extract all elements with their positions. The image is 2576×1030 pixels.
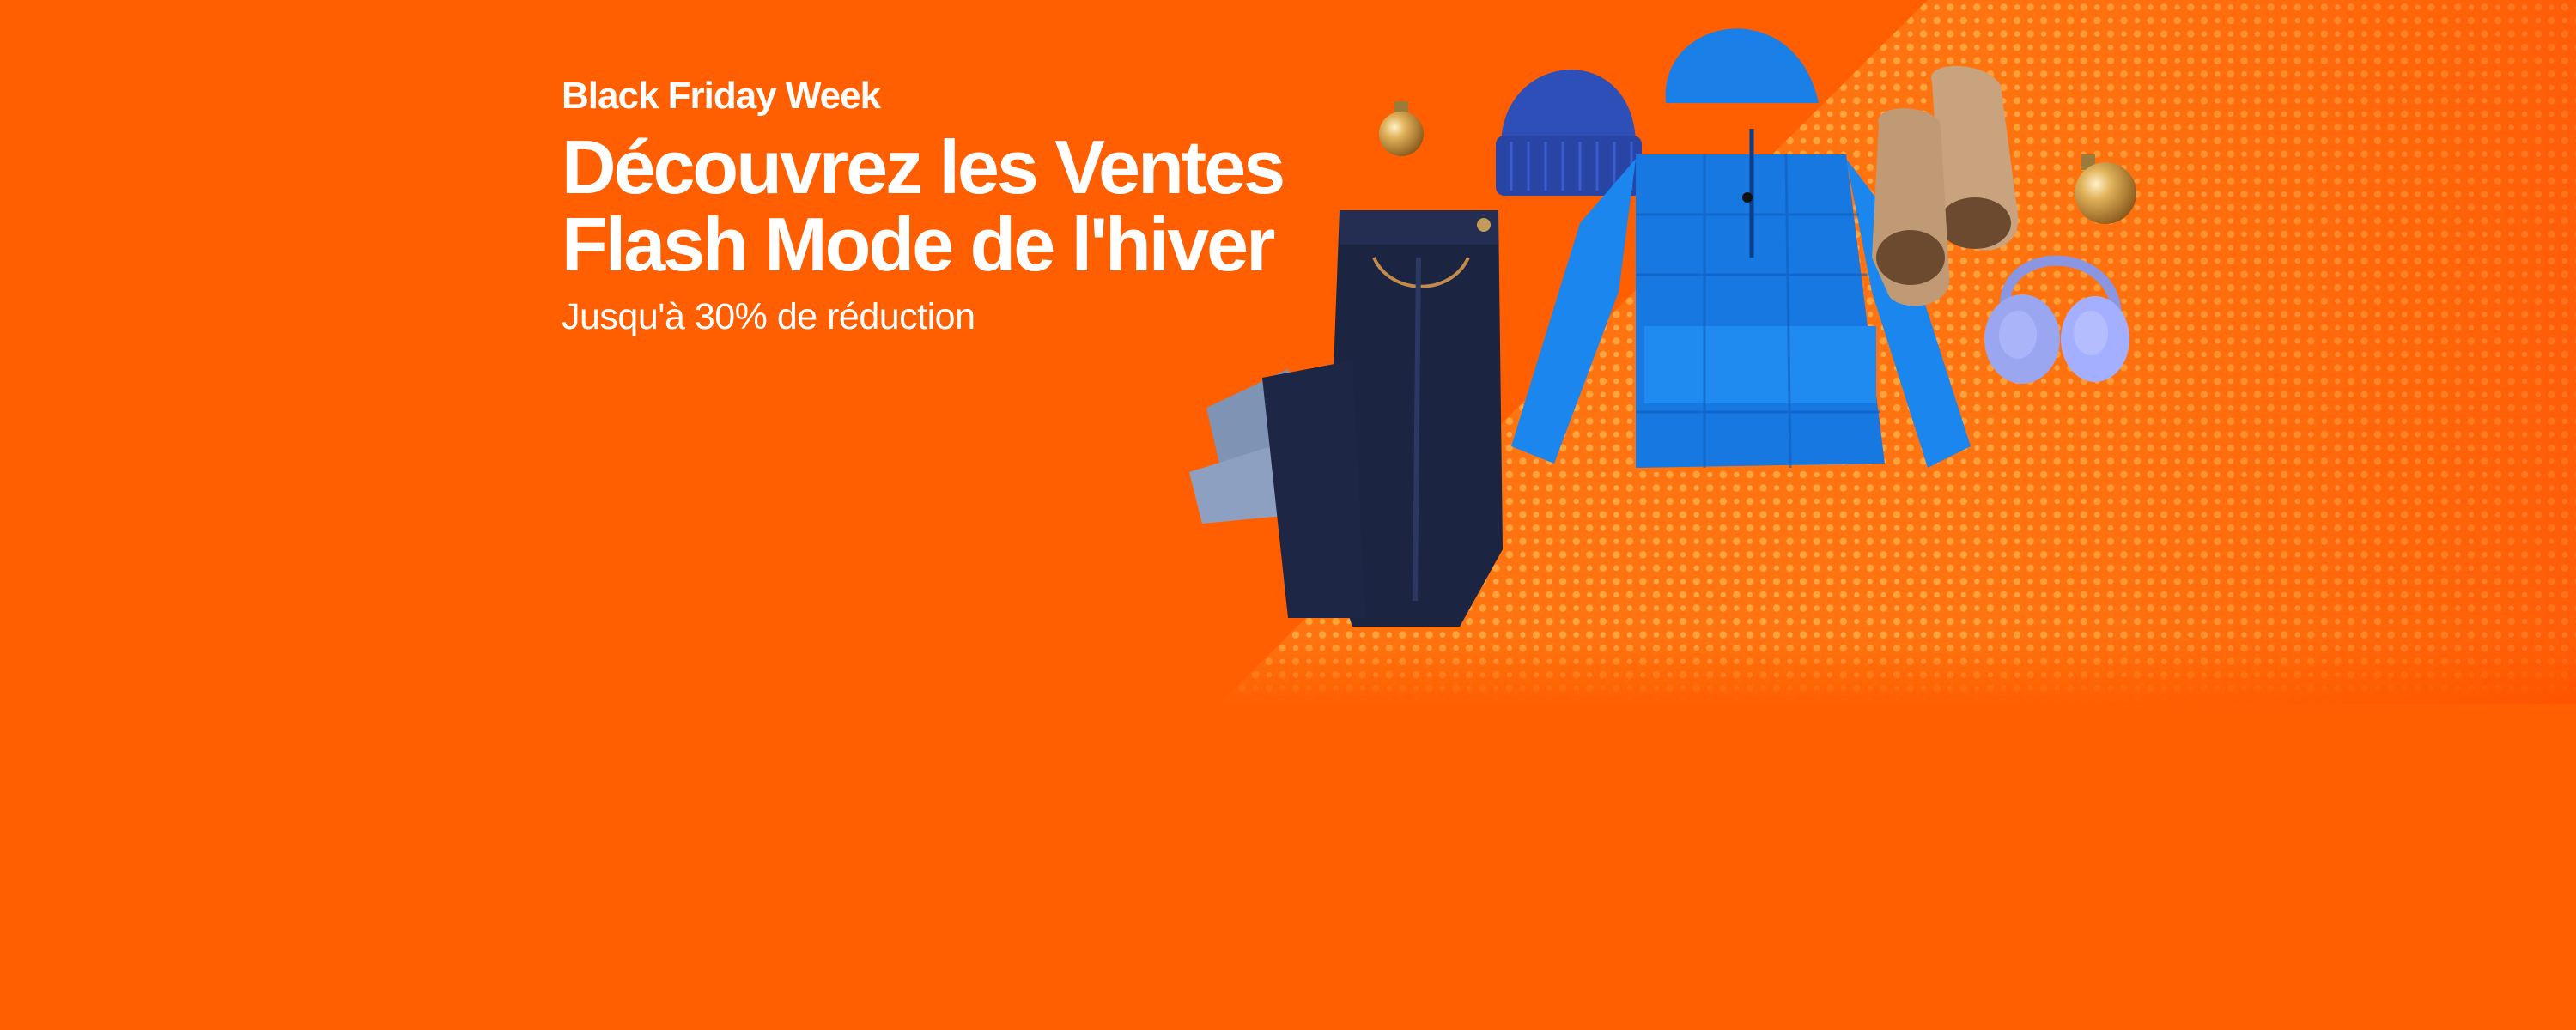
product-collage bbox=[1189, 28, 2136, 627]
boots-image bbox=[1872, 65, 2019, 306]
ornament-image bbox=[2075, 154, 2136, 224]
beanie-image bbox=[1496, 70, 1642, 196]
earmuffs-image bbox=[1984, 255, 2129, 384]
jeans-image bbox=[1189, 210, 1503, 627]
promo-banner[interactable]: Black Friday Week Découvrez les Ventes F… bbox=[0, 0, 2576, 1030]
ornament-image bbox=[1379, 101, 1424, 156]
